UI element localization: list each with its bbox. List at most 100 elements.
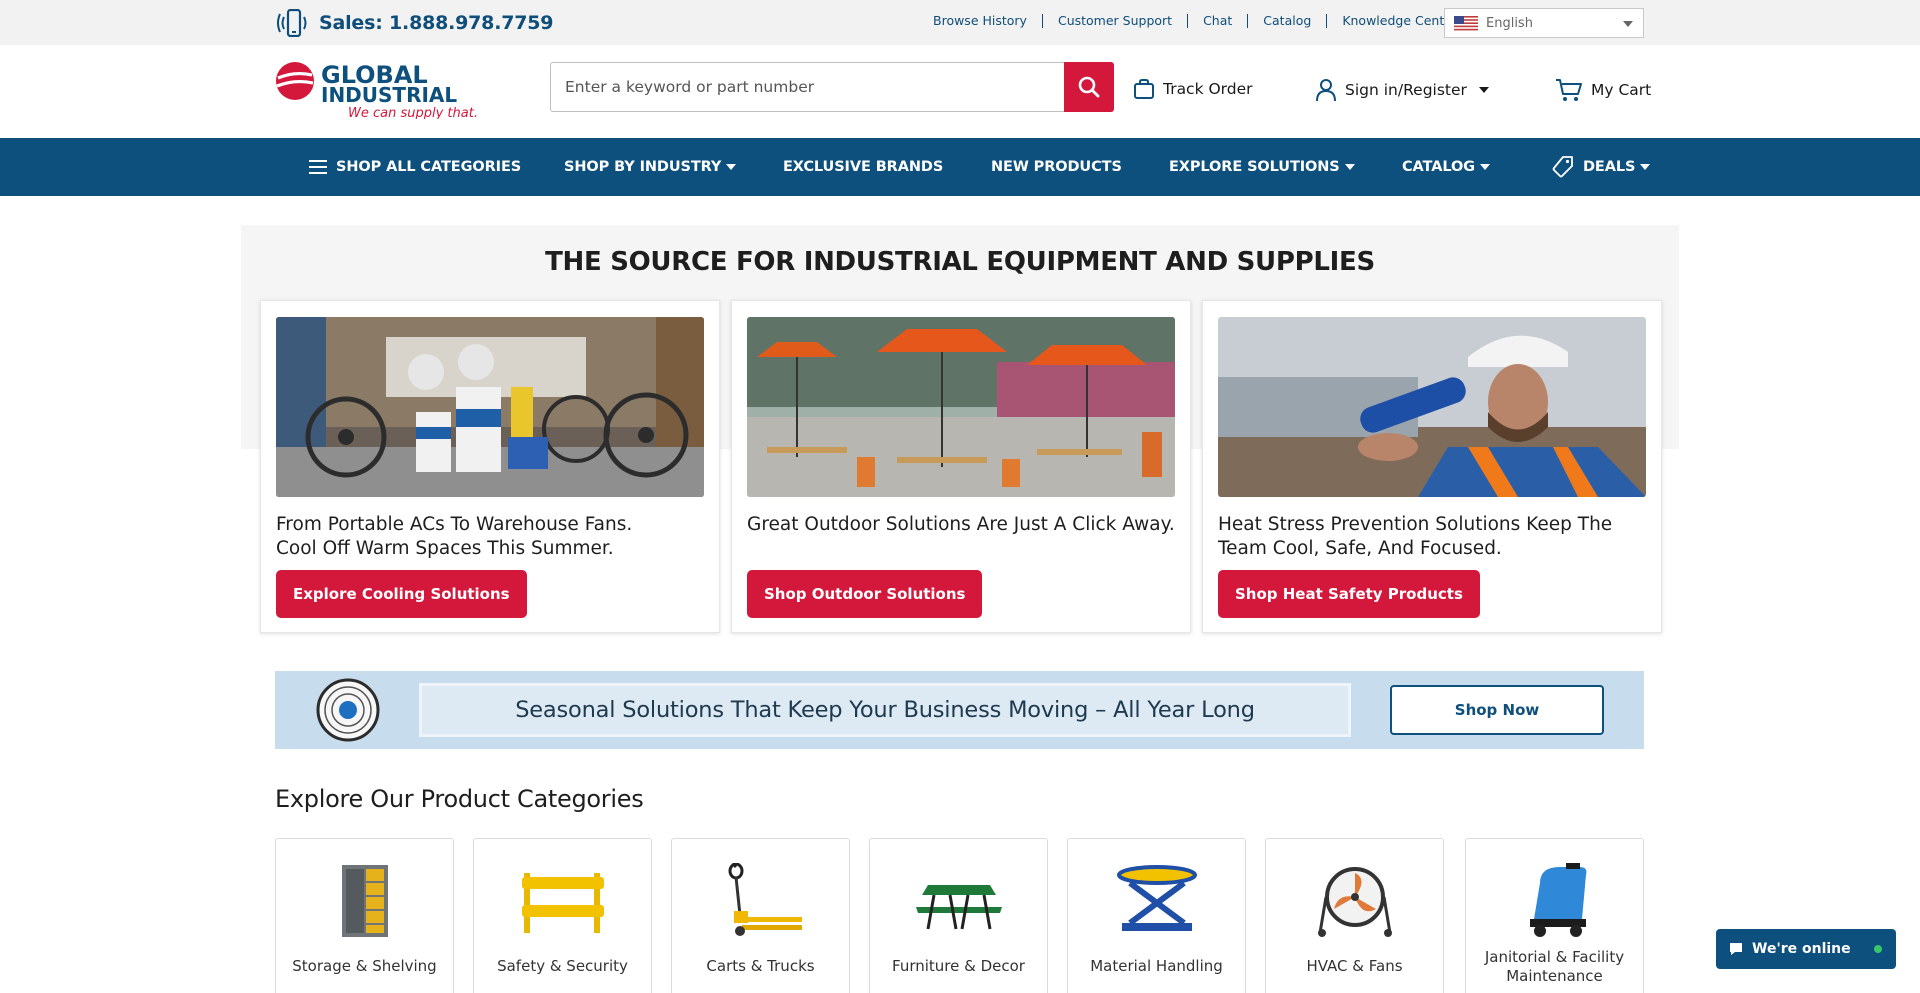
browse-history-link[interactable]: Browse History: [918, 14, 1043, 28]
category-safety-security[interactable]: Safety & Security: [473, 838, 652, 993]
chevron-down-icon: [1478, 87, 1489, 93]
category-storage-shelving[interactable]: Storage & Shelving: [275, 838, 454, 993]
explore-cooling-solutions-button[interactable]: Explore Cooling Solutions: [276, 570, 527, 618]
promo-card-cooling: From Portable ACs To Warehouse Fans. Coo…: [260, 300, 720, 633]
mobile-phone-icon: [277, 9, 307, 37]
hero-title: THE SOURCE FOR INDUSTRIAL EQUIPMENT AND …: [545, 247, 1375, 277]
category-carts-trucks[interactable]: Carts & Trucks: [671, 838, 850, 993]
category-label: Safety & Security: [497, 957, 628, 975]
drum-fan-image: [1317, 867, 1392, 937]
nav-label: EXCLUSIVE BRANDS: [783, 159, 944, 175]
shop-outdoor-solutions-button[interactable]: Shop Outdoor Solutions: [747, 570, 983, 618]
lift-table-image: [1116, 865, 1197, 931]
customer-support-link[interactable]: Customer Support: [1043, 14, 1189, 28]
nav-deals[interactable]: DEALS: [1551, 138, 1651, 196]
nav-label: SHOP ALL CATEGORIES: [336, 159, 522, 175]
my-cart-button[interactable]: My Cart: [1555, 78, 1651, 102]
promo-card-heat-safety: Heat Stress Prevention Solutions Keep Th…: [1202, 300, 1662, 633]
promo-card-text: Heat Stress Prevention Solutions Keep Th…: [1218, 513, 1648, 561]
shop-now-button[interactable]: Shop Now: [1390, 685, 1604, 735]
nav-shop-all-categories[interactable]: SHOP ALL CATEGORIES: [309, 138, 521, 196]
picnic-table-image: [915, 885, 1002, 930]
nav-label: EXPLORE SOLUTIONS: [1169, 159, 1340, 175]
cart-icon: [1556, 79, 1582, 101]
user-icon: [1316, 79, 1336, 102]
track-order-label: Track Order: [1163, 80, 1253, 98]
nav-label: NEW PRODUCTS: [991, 159, 1122, 175]
promo-card-line: From Portable ACs To Warehouse Fans.: [276, 514, 633, 535]
logo-line2: INDUSTRIAL: [321, 83, 457, 107]
sign-in-register-button[interactable]: Sign in/Register: [1315, 78, 1489, 102]
nav-shop-by-industry[interactable]: SHOP BY INDUSTRY: [564, 138, 737, 196]
promo-card-outdoor: Great Outdoor Solutions Are Just A Click…: [731, 300, 1191, 633]
search-icon: [1078, 76, 1100, 98]
category-janitorial-facility-maintenance[interactable]: Janitorial & Facility Maintenance: [1465, 838, 1644, 993]
safety-guard-rail-image: [521, 873, 604, 933]
heat-safety-worker-image[interactable]: [1218, 317, 1646, 497]
us-flag-icon: [1454, 15, 1478, 31]
promo-card-line: Heat Stress Prevention Solutions Keep Th…: [1218, 514, 1613, 535]
track-order-button[interactable]: Track Order: [1133, 78, 1253, 100]
catalog-link[interactable]: Catalog: [1248, 14, 1328, 28]
banner-text: Seasonal Solutions That Keep Your Busine…: [419, 683, 1351, 737]
live-chat-widget[interactable]: We're online: [1716, 929, 1896, 969]
floor-scrubber-image: [1529, 863, 1586, 937]
nav-explore-solutions[interactable]: EXPLORE SOLUTIONS: [1169, 138, 1355, 196]
pallet-jack-image: [728, 863, 802, 936]
chat-bubble-icon: [1730, 943, 1742, 955]
chevron-down-icon: [1479, 164, 1490, 170]
shopping-bag-icon: [1134, 79, 1154, 99]
nav-label: DEALS: [1583, 159, 1636, 175]
chat-link[interactable]: Chat: [1188, 14, 1249, 28]
nav-label: SHOP BY INDUSTRY: [564, 159, 722, 175]
seasonal-banner[interactable]: Seasonal Solutions That Keep Your Busine…: [275, 671, 1644, 749]
nav-exclusive-brands[interactable]: EXCLUSIVE BRANDS: [783, 138, 943, 196]
category-label: Carts & Trucks: [706, 957, 815, 975]
outdoor-patio-image[interactable]: [747, 317, 1175, 497]
cooling-products-image[interactable]: [276, 317, 704, 497]
category-label: HVAC & Fans: [1306, 957, 1403, 975]
logo-tagline: We can supply that.: [348, 106, 478, 119]
category-furniture-decor[interactable]: Furniture & Decor: [869, 838, 1048, 993]
nav-new-products[interactable]: NEW PRODUCTS: [991, 138, 1122, 196]
promo-card-line: Team Cool, Safe, And Focused.: [1218, 538, 1502, 559]
storage-cabinet-image: [341, 865, 388, 937]
categories-heading: Explore Our Product Categories: [275, 785, 644, 813]
price-tag-icon: [1552, 156, 1573, 178]
industrial-fan-icon: [316, 678, 380, 742]
site-header: GLOBAL INDUSTRIAL We can supply that. Tr…: [0, 45, 1920, 138]
category-label: Janitorial & Facility Maintenance: [1484, 948, 1625, 985]
language-select[interactable]: English: [1444, 8, 1644, 38]
utility-links: Browse History Customer Support Chat Cat…: [918, 14, 1472, 28]
global-industrial-logo[interactable]: GLOBAL INDUSTRIAL We can supply that.: [275, 61, 490, 119]
chevron-down-icon: [1640, 164, 1651, 170]
chevron-down-icon: [726, 164, 737, 170]
category-label: Furniture & Decor: [892, 957, 1025, 975]
promo-card-line: Great Outdoor Solutions Are Just A Click…: [747, 514, 1175, 535]
promo-card-text: From Portable ACs To Warehouse Fans. Coo…: [276, 513, 706, 561]
hamburger-menu-icon: [309, 160, 327, 174]
search-bar: [550, 62, 1114, 112]
sales-phone-number: Sales: 1.888.978.7759: [319, 12, 554, 34]
category-label: Storage & Shelving: [292, 957, 437, 975]
utility-bar: Sales: 1.888.978.7759 Browse History Cus…: [0, 0, 1920, 45]
category-label: Material Handling: [1090, 957, 1223, 975]
category-hvac-fans[interactable]: HVAC & Fans: [1265, 838, 1444, 993]
online-status-indicator: [1874, 945, 1882, 953]
promo-card-line: Cool Off Warm Spaces This Summer.: [276, 538, 614, 559]
promo-card-text: Great Outdoor Solutions Are Just A Click…: [747, 513, 1177, 537]
my-cart-label: My Cart: [1591, 81, 1652, 99]
nav-label: CATALOG: [1402, 159, 1475, 175]
category-material-handling[interactable]: Material Handling: [1067, 838, 1246, 993]
search-button[interactable]: [1064, 62, 1114, 112]
language-value: English: [1486, 15, 1533, 31]
chevron-down-icon: [1344, 164, 1355, 170]
nav-catalog[interactable]: CATALOG: [1402, 138, 1490, 196]
sign-in-label: Sign in/Register: [1345, 81, 1467, 99]
main-navigation: SHOP ALL CATEGORIES SHOP BY INDUSTRY EXC…: [0, 138, 1920, 196]
sales-phone[interactable]: Sales: 1.888.978.7759: [275, 9, 554, 37]
search-input[interactable]: [550, 62, 1064, 112]
chat-status-label: We're online: [1752, 941, 1851, 957]
chevron-down-icon: [1623, 21, 1633, 27]
shop-heat-safety-products-button[interactable]: Shop Heat Safety Products: [1218, 570, 1480, 618]
